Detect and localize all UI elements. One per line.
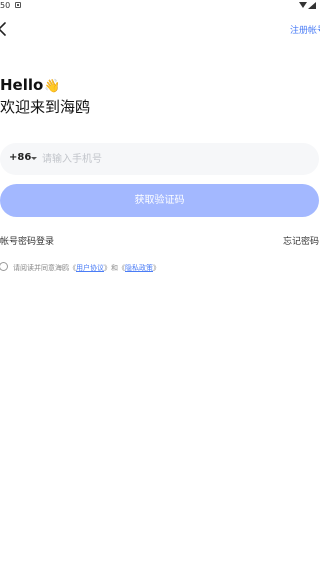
- notification-icon: [15, 2, 21, 8]
- user-agreement-link[interactable]: 用户协议: [76, 264, 104, 272]
- greeting-hello-text: Hello: [0, 76, 44, 94]
- login-screen: 50 注册帐号 Hello👋 欢迎来到海鸥 +86 获取验证码 帐号密码登录 忘…: [0, 0, 320, 577]
- greeting-welcome: 欢迎来到海鸥: [0, 98, 91, 116]
- chevron-left-icon[interactable]: [0, 20, 10, 38]
- status-time: 50: [0, 1, 11, 10]
- privacy-policy-link[interactable]: 隐私政策: [125, 264, 153, 272]
- bracket-open: 《: [69, 264, 76, 272]
- forgot-password-link[interactable]: 忘记密码: [283, 234, 319, 247]
- country-code-selector[interactable]: +86: [9, 152, 31, 163]
- signal-icon: [308, 2, 316, 9]
- bracket-close: 》: [104, 264, 111, 272]
- get-code-button[interactable]: 获取验证码: [0, 184, 319, 217]
- phone-input-row: +86: [0, 143, 319, 175]
- bracket-close: 》: [153, 264, 160, 272]
- agreement-radio[interactable]: [0, 262, 8, 271]
- register-link[interactable]: 注册帐号: [290, 23, 320, 36]
- agreement-prefix: 请阅读并同意海鸥: [13, 264, 69, 272]
- waving-hand-icon: 👋: [44, 79, 61, 94]
- bracket-open: 《: [118, 264, 125, 272]
- password-login-link[interactable]: 帐号密码登录: [0, 234, 54, 247]
- phone-input[interactable]: [42, 150, 302, 168]
- agreement-and: 和: [111, 264, 118, 272]
- greeting-hello: Hello👋: [0, 76, 61, 94]
- chevron-down-icon[interactable]: [31, 157, 37, 160]
- wifi-icon: [299, 2, 307, 8]
- status-bar: 50: [0, 0, 320, 12]
- agreement-text: 请阅读并同意海鸥《用户协议》和《隐私政策》: [13, 263, 160, 273]
